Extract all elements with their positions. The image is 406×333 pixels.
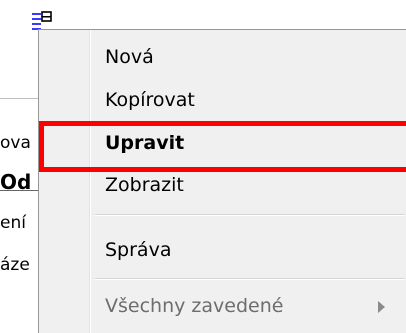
background-header-underline (0, 190, 38, 191)
menu-item-label: Správa (105, 239, 172, 261)
background-text-fragment: áze (0, 255, 30, 275)
menu-item-nova[interactable]: Nová (39, 38, 405, 80)
menu-item-kopirovat[interactable]: Kopírovat (39, 81, 405, 123)
menu-item-zobrazit[interactable]: Zobrazit (39, 166, 405, 208)
menu-item-vsechny-zavedene[interactable]: Všechny zavedené (39, 287, 405, 329)
screen: ova Od ení áze Nová Kopírovat Upravit Zo… (0, 0, 406, 333)
background-window: ova Od ení áze (0, 0, 52, 333)
background-divider (0, 98, 38, 99)
menu-separator-highlight (95, 279, 405, 280)
menu-item-label: Zobrazit (105, 174, 184, 196)
menu-item-sprava[interactable]: Správa (39, 231, 405, 273)
background-text-fragment: ení (0, 213, 26, 233)
submenu-arrow-icon (378, 301, 385, 313)
menu-item-label: Všechny zavedené (105, 295, 284, 317)
context-menu: Nová Kopírovat Upravit Zobrazit Správa V… (38, 29, 406, 333)
annotation-highlight-box (39, 121, 406, 172)
background-text-fragment: ova (0, 133, 31, 153)
menu-item-label: Kopírovat (105, 89, 195, 111)
menu-item-label: Nová (105, 46, 154, 68)
menu-separator-highlight (95, 215, 405, 216)
